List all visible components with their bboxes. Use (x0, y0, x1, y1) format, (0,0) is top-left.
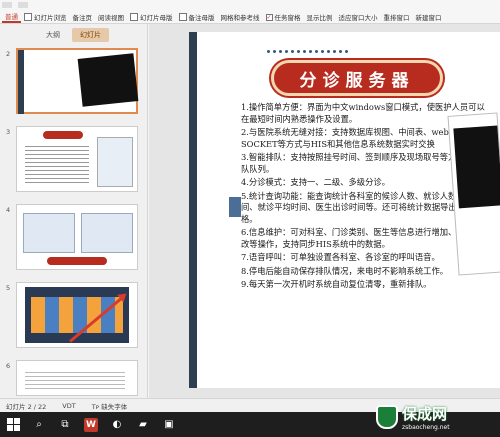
arrange-windows-button[interactable]: 重排窗口 (381, 11, 413, 23)
folder-icon[interactable]: ▰ (136, 418, 150, 432)
slide-master-button[interactable]: 幻灯片母版 (127, 11, 176, 23)
edge-browser-icon[interactable]: ◐ (110, 418, 124, 432)
notes-master-icon (178, 13, 187, 21)
thumbnail-strip (18, 50, 24, 114)
tab-slides[interactable]: 幻灯片 (72, 28, 109, 42)
new-window-button[interactable]: 新建窗口 (413, 11, 445, 23)
slide-title-banner[interactable]: 分诊服务器 (271, 60, 443, 96)
watermark-title: 保成网 (402, 405, 448, 423)
checkbox-checked: ✓ (265, 13, 273, 21)
thumbnail-image (97, 137, 133, 187)
thumbnail-banner (43, 131, 83, 139)
ribbon-toolbar: 普通 幻灯片浏览 备注页 阅读视图 幻灯片母版 备注母版 网格和参考线 ✓ 任务窗… (0, 0, 500, 24)
grid-guides-button[interactable]: 网格和参考线 (218, 11, 263, 23)
zoom-button[interactable]: 显示比例 (304, 11, 336, 23)
wps-app-icon[interactable]: W (84, 417, 98, 432)
view-reading-button[interactable]: 阅读视图 (95, 11, 127, 23)
thumbnail-text (25, 143, 89, 185)
slide-thumbnail-4[interactable] (16, 204, 138, 270)
slide-editor: 分诊服务器 1.操作简单方便：界面为中文windows窗口模式，使医护人员可以在… (149, 24, 500, 398)
thumbnail-image (81, 213, 133, 253)
view-notes-button[interactable]: 备注页 (70, 11, 96, 23)
slide-number: 4 (6, 206, 11, 214)
search-icon[interactable]: ⌕ (32, 418, 46, 432)
decorative-dots (267, 50, 348, 53)
slide-number: 2 (6, 50, 11, 58)
bullet-point: 8.停电后能自动保存排队情况，来电时不影响系统工作。 (241, 265, 449, 276)
font-icon: Tᴘ (91, 402, 100, 411)
accent-bar (229, 197, 241, 217)
windows-start-icon[interactable] (6, 417, 20, 432)
slide-thumbnail-6[interactable] (16, 360, 138, 396)
watermark-url: zsbaocheng.net (402, 424, 450, 431)
slide-number: 6 (6, 362, 11, 370)
theme-name: VDT (62, 401, 76, 410)
task-view-icon[interactable]: ⧉ (58, 418, 72, 432)
thumbnail-banner (47, 257, 107, 265)
thumbnail-text (25, 369, 125, 389)
slide-number: 3 (6, 128, 11, 136)
slide-title: 分诊服务器 (299, 70, 415, 91)
fit-window-button[interactable]: 适应窗口大小 (336, 11, 381, 23)
slide-thumbnail-3[interactable] (16, 126, 138, 192)
thumbnail-image (77, 53, 139, 107)
slide-panel: 大纲 幻灯片 2 3 4 5 6 (0, 24, 148, 398)
thumbnail-screen (31, 297, 123, 333)
shield-logo-icon (376, 405, 398, 429)
site-watermark: 保成网 zsbaocheng.net (376, 400, 496, 434)
app-icon[interactable]: ▣ (162, 418, 176, 432)
slide-number: 5 (6, 284, 11, 292)
view-normal-button[interactable]: 普通 (2, 11, 21, 23)
screenshot-content (453, 125, 500, 209)
sorter-icon (24, 13, 32, 21)
bullet-point: 7.语音呼叫：可单独设置各科室、各诊室的呼叫语音。 (241, 252, 440, 262)
slide-side-strip (189, 32, 197, 388)
missing-font-button[interactable]: Tᴘ 缺失字体 (92, 401, 127, 411)
bullet-point: 9.每天第一次开机时系统自动复位清零，重新排队。 (241, 279, 432, 289)
notes-master-button[interactable]: 备注母版 (176, 11, 218, 23)
tab-outline[interactable]: 大纲 (38, 28, 68, 42)
task-pane-checkbox[interactable]: ✓ 任务窗格 (263, 11, 304, 23)
missing-font-label: 缺失字体 (101, 402, 128, 411)
slide-thumbnail-2[interactable] (16, 48, 139, 114)
slide-counter[interactable]: 幻灯片 2 / 22 (6, 401, 46, 411)
thumbnail-image (23, 213, 75, 253)
master-icon (130, 13, 138, 21)
view-slide-sorter-button[interactable]: 幻灯片浏览 (21, 11, 70, 23)
